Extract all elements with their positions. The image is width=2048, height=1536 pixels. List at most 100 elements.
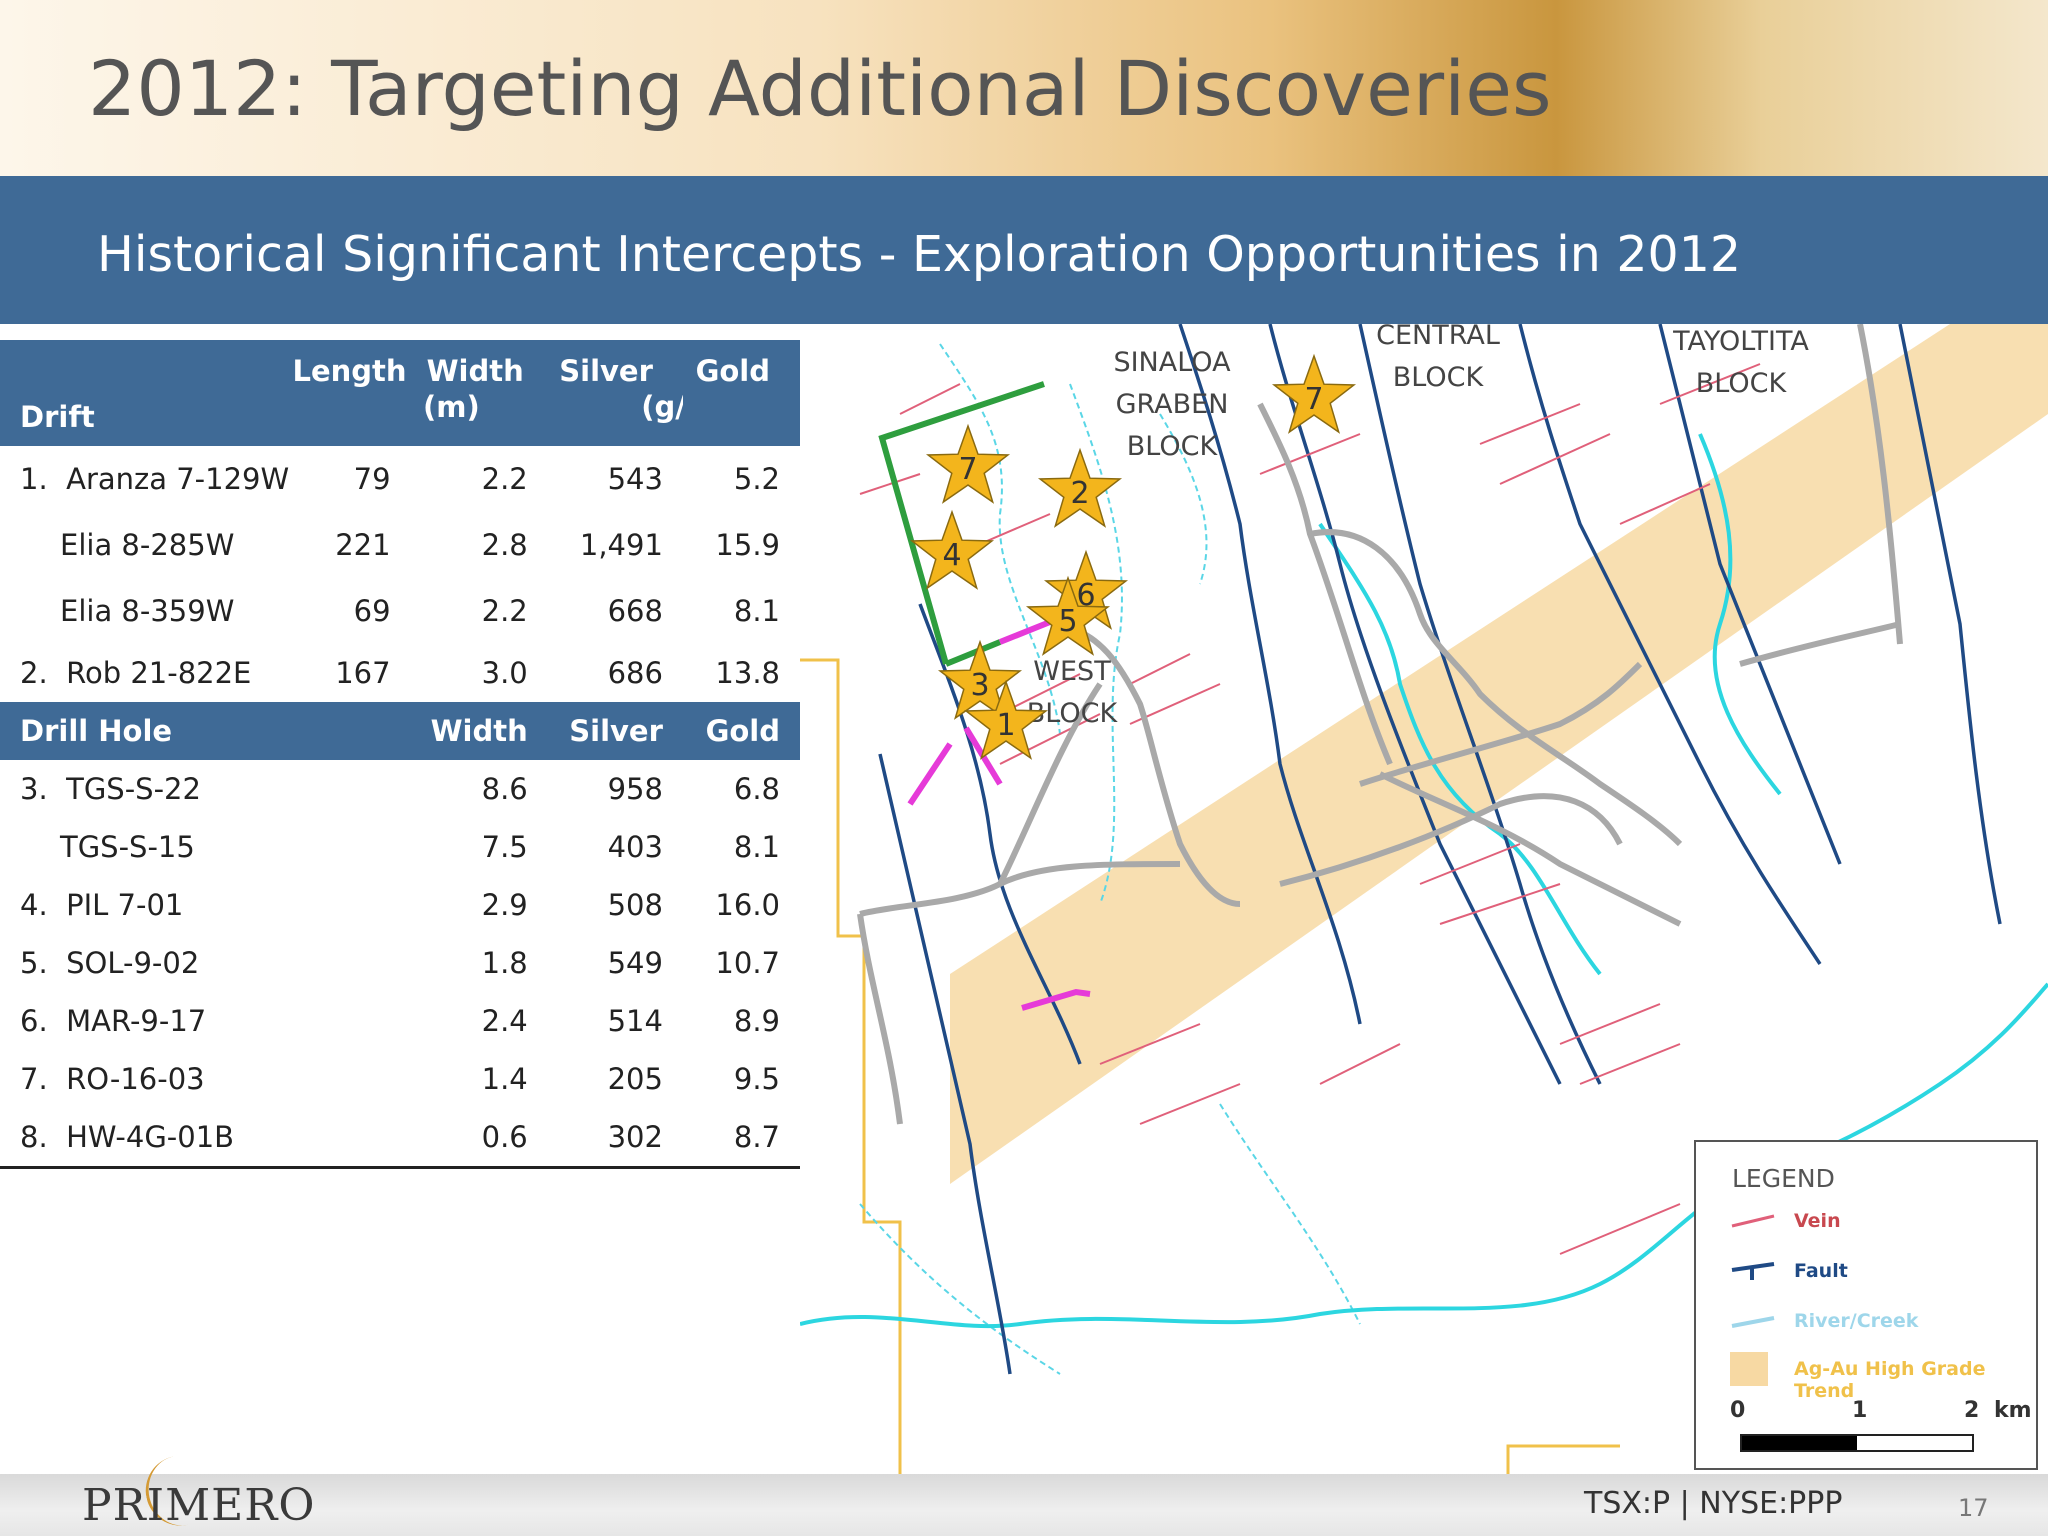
- table-row: 4. PIL 7-01 2.9 508 16.0: [0, 876, 800, 934]
- star-label: 4: [942, 538, 961, 573]
- length-header: Length: [293, 340, 411, 446]
- row-width: 3.0: [481, 656, 528, 690]
- scale-0: 0: [1730, 1398, 1746, 1423]
- sinaloa-label-2: GRABEN: [1116, 389, 1229, 420]
- row-label: Rob 21-822E: [66, 656, 252, 690]
- hole-width-header: Width: [410, 702, 548, 760]
- row-number: 7.: [20, 1062, 48, 1096]
- row-label: TGS-S-22: [66, 772, 201, 806]
- sinaloa-label-3: BLOCK: [1127, 431, 1219, 462]
- vein-swatch-icon: [1731, 1214, 1775, 1228]
- row-silver: 686: [607, 656, 663, 690]
- row-name: 2. Rob 21-822E: [0, 644, 313, 702]
- row-name: 3. TGS-S-22: [0, 760, 313, 818]
- legend-trend: Ag-Au High Grade Trend: [1794, 1358, 1986, 1402]
- tayoltita-label-2: BLOCK: [1696, 368, 1788, 399]
- row-number: 4.: [20, 888, 48, 922]
- silver-header: Silver (g/t): [547, 340, 713, 446]
- hole-gold-header: Gold: [682, 702, 800, 760]
- table-row: 8. HW-4G-01B 0.6 302 8.7: [0, 1108, 800, 1169]
- row-width: 1.8: [481, 946, 528, 980]
- table-row: 6. MAR-9-17 2.4 514 8.9: [0, 992, 800, 1050]
- ticker-symbols: TSX:P | NYSE:PPP: [1584, 1486, 1843, 1521]
- row-silver: 508: [607, 888, 663, 922]
- star-label: 3: [970, 668, 989, 703]
- row-silver: 549: [607, 946, 663, 980]
- star-label: 7: [958, 452, 977, 487]
- length-label: Length: [292, 354, 407, 388]
- row-name: 8. HW-4G-01B: [0, 1108, 314, 1169]
- row-label: RO-16-03: [66, 1062, 205, 1096]
- row-width: 2.9: [481, 888, 528, 922]
- row-gold: 13.8: [715, 656, 780, 690]
- table-row: 1. Aranza 7-129W 79 2.2 543 5.2: [0, 446, 800, 512]
- sinaloa-label-1: SINALOA: [1113, 347, 1231, 378]
- table-row: TGS-S-15 7.5 403 8.1: [0, 818, 800, 876]
- row-label: PIL 7-01: [66, 888, 184, 922]
- row-label: Elia 8-285W: [60, 528, 235, 562]
- star-label: 7: [1304, 382, 1323, 417]
- row-name: 5. SOL-9-02: [0, 934, 313, 992]
- row-gold: 5.2: [733, 462, 780, 496]
- empty-cell: [313, 992, 410, 1050]
- row-label: HW-4G-01B: [66, 1120, 235, 1154]
- row-width: 2.2: [481, 462, 528, 496]
- row-name: 7. RO-16-03: [0, 1050, 313, 1108]
- silver-label: Silver: [559, 354, 653, 388]
- legend-fault: Fault: [1794, 1260, 1848, 1282]
- row-number: 1.: [20, 462, 48, 496]
- row-silver: 302: [547, 1108, 683, 1169]
- row-gold: 8.1: [733, 830, 780, 864]
- empty-cell: [313, 818, 410, 876]
- table-row: 2. Rob 21-822E 167 3.0 686 13.8: [0, 644, 800, 702]
- legend-river: River/Creek: [1794, 1310, 1919, 1332]
- row-width: 2.8: [481, 528, 528, 562]
- empty-header-cell: [313, 702, 411, 760]
- row-name: 6. MAR-9-17: [0, 992, 313, 1050]
- scale-1: 1: [1852, 1398, 1868, 1423]
- row-width: 2.4: [481, 1004, 528, 1038]
- empty-cell: [313, 760, 410, 818]
- row-gold: 8.1: [733, 594, 780, 628]
- row-width: 8.6: [481, 772, 528, 806]
- row-width: 0.6: [410, 1108, 548, 1169]
- table-row: 3. TGS-S-22 8.6 958 6.8: [0, 760, 800, 818]
- table-row: 7. RO-16-03 1.4 205 9.5: [0, 1050, 800, 1108]
- central-label-2: BLOCK: [1393, 362, 1485, 393]
- scale-unit: km: [1994, 1398, 2032, 1423]
- row-label: SOL-9-02: [66, 946, 200, 980]
- trend-swatch: [1730, 1352, 1768, 1386]
- star-label: 5: [1058, 604, 1077, 639]
- gold-label: Gold: [695, 354, 770, 388]
- row-silver: 1,491: [579, 528, 663, 562]
- row-length: 69: [353, 594, 391, 628]
- unit-m-label: (m): [423, 390, 480, 424]
- scale-bar: [1740, 1434, 1974, 1452]
- empty-cell: [313, 1050, 410, 1108]
- hole-silver-header: Silver: [547, 702, 683, 760]
- row-label: MAR-9-17: [66, 1004, 207, 1038]
- row-number: 5.: [20, 946, 48, 980]
- central-label-1: CENTRAL: [1376, 324, 1500, 351]
- fault-swatch-icon: [1731, 1262, 1775, 1280]
- drill-hole-header: Drill Hole: [0, 702, 314, 760]
- row-silver: 958: [607, 772, 663, 806]
- page-subtitle: Historical Significant Intercepts - Expl…: [97, 226, 1742, 283]
- scale-2: 2: [1964, 1398, 1980, 1423]
- row-silver: 668: [607, 594, 663, 628]
- row-length: 167: [335, 656, 391, 690]
- row-silver: 205: [607, 1062, 663, 1096]
- page-number: 17: [1958, 1494, 1989, 1522]
- company-logo: PRIMERO: [82, 1480, 316, 1531]
- row-label: TGS-S-15: [60, 830, 195, 864]
- row-name: 1. Aranza 7-129W: [0, 446, 313, 512]
- row-silver: 543: [607, 462, 663, 496]
- row-number: 2.: [20, 656, 48, 690]
- row-length: 79: [353, 462, 391, 496]
- row-gold: 9.5: [733, 1062, 780, 1096]
- row-label: Aranza 7-129W: [66, 462, 290, 496]
- drift-header-row: Drift Length Width (m) Silver (g/t) Gold: [0, 340, 800, 446]
- width-label: Width: [426, 354, 524, 388]
- row-width: 2.2: [481, 594, 528, 628]
- empty-cell: [313, 934, 410, 992]
